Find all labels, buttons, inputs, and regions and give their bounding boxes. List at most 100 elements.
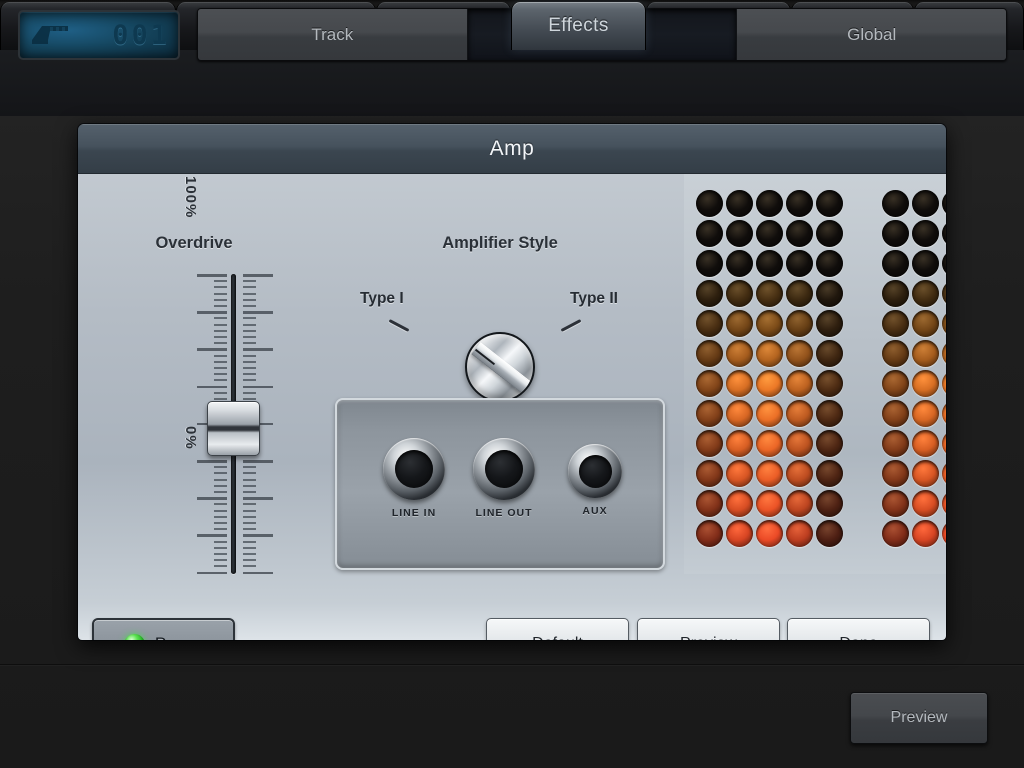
- grille-hole: [696, 340, 723, 367]
- slider-tick: [214, 522, 227, 524]
- grille-hole: [786, 460, 813, 487]
- speaker-grille: [684, 174, 946, 574]
- slider-tick: [243, 355, 256, 357]
- slider-tick: [243, 379, 256, 381]
- slider-tick: [214, 472, 227, 474]
- grille-hole: [882, 340, 909, 367]
- knob-tick-right: [561, 319, 582, 332]
- slider-tick: [243, 342, 256, 344]
- jack-label: AUX: [540, 505, 650, 517]
- slider-tick: [243, 317, 256, 319]
- grille-hole: [696, 460, 723, 487]
- dialog-body: Overdrive Amplifier Style 100% 0% Type I…: [78, 174, 946, 640]
- grille-hole: [912, 280, 939, 307]
- slider-tick: [243, 565, 256, 567]
- grille-hole: [912, 340, 939, 367]
- grille-hole: [726, 340, 753, 367]
- sub-tab-global[interactable]: Global: [737, 9, 1006, 60]
- default-button[interactable]: Default: [486, 618, 629, 640]
- slider-tick: [243, 274, 273, 277]
- grille-row: [880, 308, 946, 338]
- slider-tick: [214, 479, 227, 481]
- jack-ring-icon: [383, 438, 445, 500]
- grille-hole: [756, 460, 783, 487]
- grille-hole: [912, 430, 939, 457]
- grille-row: [880, 278, 946, 308]
- slider-max-label: 100%: [182, 176, 199, 218]
- grille-row: [694, 248, 844, 278]
- slider-tick: [197, 311, 227, 314]
- slider-tick: [214, 373, 227, 375]
- power-button[interactable]: Power: [92, 618, 235, 640]
- grille-row: [694, 308, 844, 338]
- slider-tick: [197, 348, 227, 351]
- grille-hole: [912, 310, 939, 337]
- knob-slot: [471, 342, 532, 394]
- slider-tick: [243, 392, 256, 394]
- grille-hole: [786, 280, 813, 307]
- slider-tick: [214, 324, 227, 326]
- grille-hole: [816, 370, 843, 397]
- dialog-title: Amp: [78, 124, 946, 174]
- grille-hole: [882, 400, 909, 427]
- slider-tick: [214, 299, 227, 301]
- slider-tick: [214, 466, 227, 468]
- grille-row: [694, 188, 844, 218]
- done-button[interactable]: Done: [787, 618, 930, 640]
- jack-hole: [579, 455, 612, 488]
- slider-tick: [243, 497, 273, 500]
- slider-tick: [214, 485, 227, 487]
- grille-hole: [726, 370, 753, 397]
- slider-handle[interactable]: [207, 401, 260, 456]
- grille-hole: [912, 490, 939, 517]
- grille-hole: [696, 370, 723, 397]
- grille-row: [880, 248, 946, 278]
- grille-hole: [882, 250, 909, 277]
- grille-hole: [942, 280, 947, 307]
- grille-hole: [696, 310, 723, 337]
- grille-row: [880, 518, 946, 548]
- grille-hole: [942, 490, 947, 517]
- grille-hole: [912, 370, 939, 397]
- grille-hole: [726, 250, 753, 277]
- overdrive-slider[interactable]: [183, 274, 293, 574]
- slider-tick: [243, 311, 273, 314]
- grille-hole: [816, 220, 843, 247]
- slider-tick: [197, 497, 227, 500]
- main-tab-effects[interactable]: Effects: [511, 2, 646, 50]
- slider-tick: [243, 293, 256, 295]
- grille-hole: [786, 430, 813, 457]
- grille-row: [880, 488, 946, 518]
- grille-hole: [696, 190, 723, 217]
- slider-tick: [243, 503, 256, 505]
- patch-number: 001: [74, 20, 170, 51]
- patch-display[interactable]: 001: [18, 10, 180, 60]
- grille-hole: [756, 520, 783, 547]
- grille-hole: [816, 430, 843, 457]
- slider-tick: [243, 485, 256, 487]
- footer-preview-button[interactable]: Preview: [850, 692, 988, 744]
- sub-tab-track[interactable]: Track: [198, 9, 468, 60]
- grille-hole: [756, 250, 783, 277]
- slider-tick: [214, 355, 227, 357]
- amplifier-style-knob[interactable]: [465, 332, 535, 402]
- grille-hole: [756, 340, 783, 367]
- grille-hole: [786, 310, 813, 337]
- slider-tick: [243, 510, 256, 512]
- grille-hole: [756, 220, 783, 247]
- slider-tick: [243, 466, 256, 468]
- grille-hole: [786, 220, 813, 247]
- slider-tick: [243, 373, 256, 375]
- grille-hole: [816, 520, 843, 547]
- slider-tick: [214, 317, 227, 319]
- jack-aux[interactable]: AUX: [540, 444, 650, 517]
- preview-button[interactable]: Preview: [637, 618, 780, 640]
- grille-hole: [942, 370, 947, 397]
- grille-hole: [696, 220, 723, 247]
- grille-hole: [882, 370, 909, 397]
- grille-hole: [942, 520, 947, 547]
- slider-tick: [214, 491, 227, 493]
- grille-row: [880, 428, 946, 458]
- grille-hole: [696, 280, 723, 307]
- grille-hole: [816, 490, 843, 517]
